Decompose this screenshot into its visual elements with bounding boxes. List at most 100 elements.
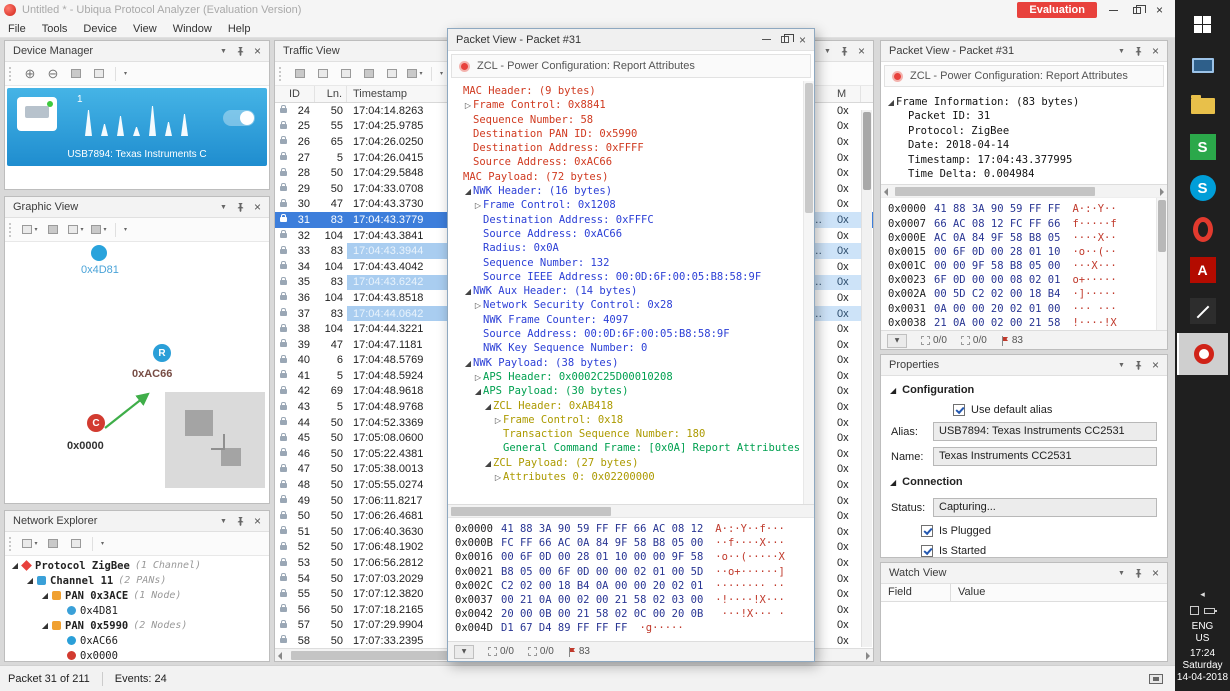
tray-battery-icon[interactable] — [1204, 608, 1215, 614]
info-line[interactable]: ◢Frame Information: (83 bytes) — [886, 95, 1165, 109]
autoscroll-button[interactable] — [336, 65, 356, 83]
taskbar-clock[interactable]: 17:24 — [1190, 648, 1215, 659]
minimize-button[interactable] — [762, 39, 771, 40]
taskbar-language[interactable]: ENG — [1192, 621, 1214, 632]
tree-item[interactable]: 0xAC66 — [5, 633, 269, 648]
packet-tree-line[interactable]: Transaction Sequence Number: 180 — [453, 427, 800, 441]
packet-tree-line[interactable]: Source Address: 0xAC66 — [453, 227, 800, 241]
panel-close-button[interactable]: × — [249, 43, 266, 59]
restore-button[interactable] — [1133, 7, 1141, 14]
expander-icon[interactable]: ◢ — [24, 576, 36, 585]
hex-row[interactable]: 0x001C00 00 9F 58 B8 05 00···X··· — [888, 259, 1153, 273]
columns-button[interactable] — [66, 535, 86, 553]
hex-vscrollbar[interactable] — [1156, 198, 1167, 330]
pin-icon[interactable] — [232, 43, 249, 59]
menu-tools[interactable]: Tools — [34, 22, 76, 36]
packet-tree-line[interactable]: ◢NWK Payload: (38 bytes) — [453, 356, 800, 370]
traffic-vscrollbar[interactable] — [861, 110, 872, 647]
menu-device[interactable]: Device — [75, 22, 125, 36]
minimize-button[interactable] — [1109, 10, 1118, 11]
is-started-checkbox[interactable] — [921, 545, 933, 557]
hex-options-button[interactable]: ▼ — [887, 334, 907, 348]
taskbar-s-app-icon[interactable]: S — [1179, 128, 1226, 166]
taskbar-computer-icon[interactable] — [1179, 46, 1226, 84]
scroll-left-icon[interactable] — [278, 652, 282, 660]
pin-icon[interactable] — [232, 513, 249, 529]
hex-row[interactable]: 0x000BFC FF 66 AC 0A 84 9F 58 B8 05 00··… — [455, 536, 814, 550]
copy-button[interactable] — [43, 535, 63, 553]
hex-row[interactable]: 0x002A00 5D C2 02 00 18 B4·]····· — [888, 287, 1153, 301]
device-grid-button[interactable] — [89, 65, 109, 83]
hex-row[interactable]: 0x003821 0A 00 02 00 21 58!····!X — [888, 316, 1153, 330]
column-id[interactable]: ID — [275, 86, 315, 102]
column-value[interactable]: Value — [951, 584, 1167, 601]
info-line[interactable]: Protocol: ZigBee — [886, 124, 1165, 138]
packet-tree-line[interactable]: MAC Payload: (72 bytes) — [453, 170, 800, 184]
packet-tree-line[interactable]: General Command Frame: [0x0A] Report Att… — [453, 441, 800, 455]
hex-row[interactable]: 0x000041 88 3A 90 59 FF FFA·:·Y·· — [888, 202, 1153, 216]
toolbar-overflow-icon[interactable]: ▾ — [124, 70, 127, 77]
tray-expand-icon[interactable]: ◂ — [1200, 590, 1205, 600]
add-device-button[interactable]: ⊕ — [20, 65, 40, 83]
expander-icon[interactable]: ◢ — [39, 621, 51, 630]
taskbar-skype-icon[interactable]: S — [1179, 169, 1226, 207]
packet-tree-line[interactable]: Radius: 0x0A — [453, 241, 800, 255]
hex-row[interactable]: 0x001600 6F 0D 00 28 01 10 00 00 9F 58·o… — [455, 550, 814, 564]
packet-tree-line[interactable]: ▷Frame Control: 0x18 — [453, 413, 800, 427]
expander-icon[interactable]: ▷ — [473, 299, 483, 313]
packet-tree-line[interactable]: ▷Network Security Control: 0x28 — [453, 298, 800, 312]
info-line[interactable]: Date: 2018-04-14 — [886, 138, 1165, 152]
section-configuration[interactable]: ◢Configuration — [881, 380, 1167, 400]
packet-tree-line[interactable]: Source Address: 0xAC66 — [453, 155, 800, 169]
packet-tree-line[interactable]: Destination PAN ID: 0x5990 — [453, 127, 800, 141]
packet-tree-line[interactable]: ◢ZCL Payload: (27 bytes) — [453, 456, 800, 470]
toolbar-overflow-icon[interactable]: ▾ — [101, 540, 104, 547]
column-ln[interactable]: Ln. — [315, 86, 347, 102]
toolbar-overflow-icon[interactable]: ▾ — [124, 226, 127, 233]
expander-icon[interactable]: ◢ — [886, 96, 896, 110]
panel-close-button[interactable]: × — [1147, 357, 1164, 373]
layers-button[interactable]: ▾ — [89, 221, 109, 239]
paste-button[interactable] — [290, 65, 310, 83]
tree-hscrollbar[interactable] — [448, 504, 814, 517]
taskbar-folder-icon[interactable] — [1179, 87, 1226, 125]
tree-item[interactable]: ◢Protocol ZigBee(1 Channel) — [5, 558, 269, 573]
panel-menu-button[interactable]: ▼ — [1113, 565, 1130, 581]
taskbar-acrobat-icon[interactable]: A — [1179, 251, 1226, 289]
packet-tree-line[interactable]: NWK Frame Counter: 4097 — [453, 313, 800, 327]
packet-tree-line[interactable]: NWK Key Sequence Number: 0 — [453, 341, 800, 355]
packet-window-titlebar[interactable]: Packet View - Packet #31 × — [448, 29, 814, 51]
name-field[interactable]: Texas Instruments CC2531 — [933, 447, 1157, 466]
expander-icon[interactable]: ▷ — [473, 199, 483, 213]
pin-icon[interactable] — [1130, 565, 1147, 581]
info-line[interactable]: Timestamp: 17:04:43.377995 — [886, 153, 1165, 167]
layout-button[interactable]: ▾ — [20, 221, 40, 239]
hex-row[interactable]: 0x001500 6F 0D 00 28 01 10·o··(·· — [888, 245, 1153, 259]
use-default-alias-checkbox[interactable] — [953, 404, 965, 416]
column-field[interactable]: Field — [881, 584, 951, 601]
packet-tree-line[interactable]: ▷APS Header: 0x0002C25D00010208 — [453, 370, 800, 384]
tray-pen-icon[interactable] — [1190, 606, 1199, 615]
expander-icon[interactable]: ◢ — [463, 185, 473, 199]
is-plugged-checkbox[interactable] — [921, 525, 933, 537]
expander-icon[interactable]: ◢ — [483, 457, 493, 471]
expander-icon[interactable]: ◢ — [39, 591, 51, 600]
panel-close-button[interactable]: × — [249, 199, 266, 215]
hex-row[interactable]: 0x000EAC 0A 84 9F 58 B8 05····X·· — [888, 231, 1153, 245]
hex-row[interactable]: 0x000041 88 3A 90 59 FF FF 66 AC 08 12A·… — [455, 522, 814, 536]
info-line[interactable]: Time Delta: 0.004984 — [886, 167, 1165, 181]
tree-item[interactable]: 0x0000 — [5, 648, 269, 661]
section-connection[interactable]: ◢Connection — [881, 472, 1167, 492]
toolbar-overflow-icon[interactable]: ▾ — [440, 70, 443, 77]
hex-options-button[interactable]: ▼ — [454, 645, 474, 659]
status-field[interactable]: Capturing... — [933, 498, 1157, 517]
menu-view[interactable]: View — [125, 22, 165, 36]
expander-icon[interactable]: ◢ — [473, 385, 483, 399]
packet-tree-line[interactable]: Destination Address: 0xFFFF — [453, 141, 800, 155]
panel-menu-button[interactable]: ▼ — [215, 513, 232, 529]
taskbar-ubiqua-icon[interactable] — [1177, 333, 1228, 375]
packet-tree-line[interactable]: Source IEEE Address: 00:0D:6F:00:05:B8:5… — [453, 270, 800, 284]
packet-tree-line[interactable]: Destination Address: 0xFFFC — [453, 213, 800, 227]
filter-button[interactable]: ▾ — [405, 65, 425, 83]
packet-tree-line[interactable]: ◢ZCL Header: 0xAB418 — [453, 399, 800, 413]
